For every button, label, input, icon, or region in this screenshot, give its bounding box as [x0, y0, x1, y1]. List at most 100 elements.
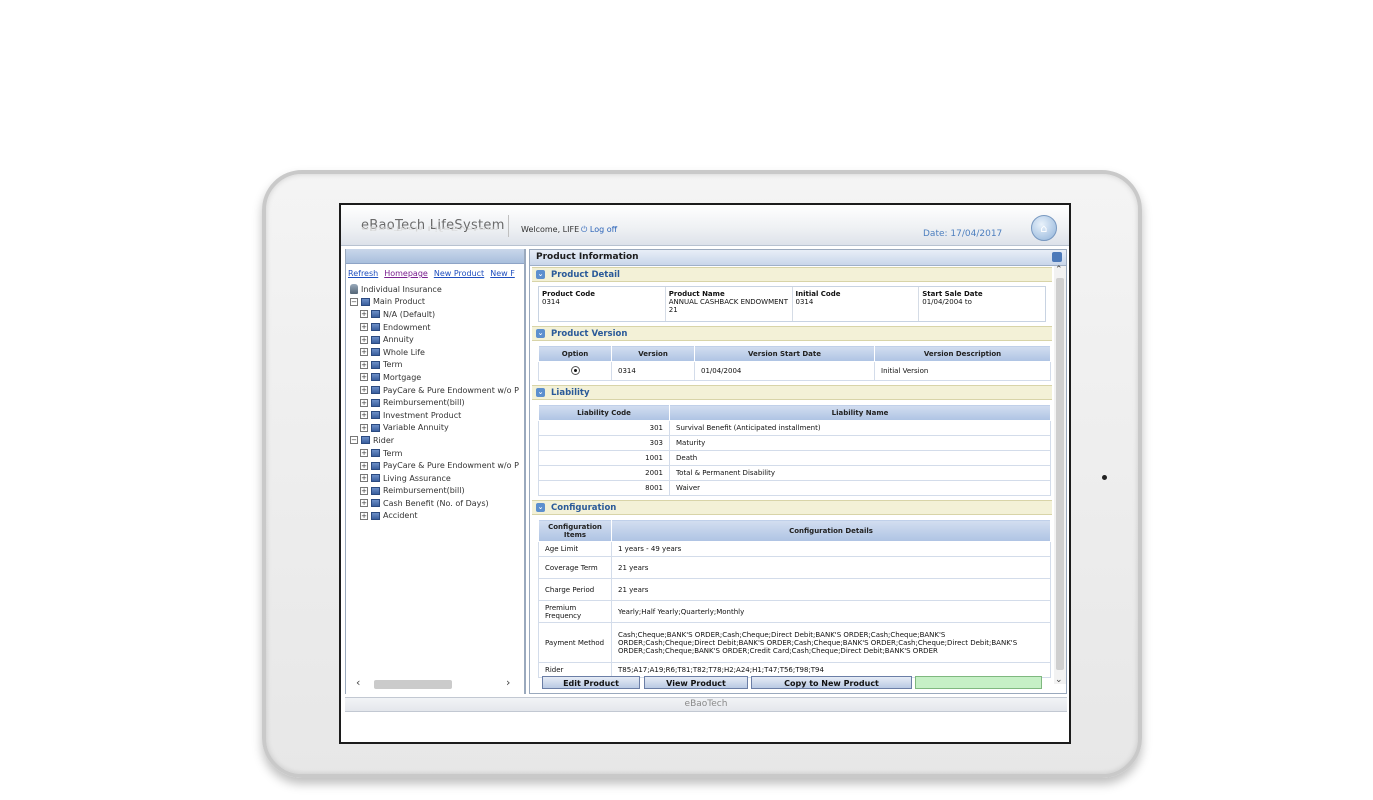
expand-icon[interactable]: +	[360, 373, 368, 382]
scroll-thumb[interactable]	[1056, 278, 1064, 670]
expand-icon[interactable]: +	[360, 323, 368, 332]
app-header: eBaoTech LifeSystem eBaoTech LifeSystem …	[341, 205, 1069, 246]
column-header: Version	[611, 345, 695, 362]
tree-item[interactable]: + Term	[350, 447, 525, 460]
expand-icon[interactable]: +	[360, 511, 368, 520]
expand-icon[interactable]: +	[360, 360, 368, 369]
section-product-version[interactable]: ⌄ Product Version	[532, 326, 1052, 341]
expand-icon[interactable]: +	[360, 461, 368, 470]
view-product-button[interactable]: View Product	[644, 676, 748, 689]
column-header: Liability Code	[538, 404, 670, 421]
column-header: Version Start Date	[694, 345, 875, 362]
table-icon	[371, 348, 380, 357]
expand-icon[interactable]: +	[360, 423, 368, 432]
expand-icon[interactable]: +	[360, 486, 368, 495]
table-row: Charge Period 21 years	[538, 578, 1051, 601]
section-product-detail[interactable]: ⌄ Product Detail	[532, 267, 1052, 282]
tree-item-label: Cash Benefit (No. of Days)	[383, 498, 489, 508]
rss-icon[interactable]	[1052, 252, 1062, 262]
column-header: Configuration Items	[538, 519, 612, 542]
table-row: Coverage Term 21 years	[538, 556, 1051, 579]
homepage-link[interactable]: Homepage	[384, 269, 428, 278]
refresh-link[interactable]: Refresh	[348, 269, 378, 278]
tree-item[interactable]: + Reimbursement(bill)	[350, 485, 525, 498]
home-icon[interactable]: ⌂	[1031, 215, 1057, 241]
expand-icon[interactable]: +	[360, 411, 368, 420]
version-start-cell: 01/04/2004	[694, 361, 875, 381]
expand-icon[interactable]: +	[360, 499, 368, 508]
tree-item[interactable]: + Endowment	[350, 321, 525, 334]
expand-icon[interactable]: +	[360, 310, 368, 319]
version-desc-cell: Initial Version	[874, 361, 1051, 381]
table-icon	[361, 436, 370, 445]
tree-item[interactable]: + Whole Life	[350, 346, 525, 359]
column-header: Configuration Details	[611, 519, 1051, 542]
expand-icon[interactable]: +	[360, 449, 368, 458]
vertical-scrollbar[interactable]: ⌃ ⌄	[1054, 265, 1066, 685]
detail-value: 01/04/2004 to	[922, 298, 972, 306]
tree-item[interactable]: + Term	[350, 359, 525, 372]
tree-main-product[interactable]: − Main Product	[350, 296, 525, 309]
tree-item-label: PayCare & Pure Endowment w/o P	[383, 385, 519, 395]
table-icon	[371, 398, 380, 407]
app-screen: eBaoTech LifeSystem eBaoTech LifeSystem …	[339, 203, 1071, 744]
new-product-link[interactable]: New Product	[434, 269, 484, 278]
table-row: Age Limit 1 years - 49 years	[538, 541, 1051, 557]
tree-item[interactable]: + Annuity	[350, 333, 525, 346]
tree-item[interactable]: + Cash Benefit (No. of Days)	[350, 497, 525, 510]
table-icon	[371, 511, 380, 520]
edit-product-button[interactable]: Edit Product	[542, 676, 640, 689]
expand-icon[interactable]: +	[360, 398, 368, 407]
horizontal-scrollbar[interactable]: ‹ ›	[352, 676, 518, 690]
expand-icon[interactable]: +	[360, 386, 368, 395]
table-icon	[371, 323, 380, 332]
tree-root[interactable]: Individual Insurance	[350, 283, 525, 296]
table-icon	[371, 486, 380, 495]
tree-item[interactable]: + Living Assurance	[350, 472, 525, 485]
section-configuration[interactable]: ⌄ Configuration	[532, 500, 1052, 515]
expand-icon[interactable]: +	[360, 474, 368, 483]
table-row: Payment Method Cash;Cheque;BANK'S ORDER;C…	[538, 622, 1051, 663]
tree-item[interactable]: + PayCare & Pure Endowment w/o P	[350, 459, 525, 472]
detail-label: Product Code	[542, 290, 596, 298]
liability-name-cell: Maturity	[669, 435, 1051, 451]
tree-item[interactable]: + Reimbursement(bill)	[350, 396, 525, 409]
tree-item[interactable]: + Investment Product	[350, 409, 525, 422]
chevron-down-icon[interactable]: ⌄	[536, 388, 545, 397]
copy-to-new-product-button[interactable]: Copy to New Product	[751, 676, 912, 689]
scroll-left-icon[interactable]: ‹	[356, 676, 360, 689]
collapse-icon[interactable]: −	[350, 436, 358, 445]
expand-icon[interactable]: +	[360, 348, 368, 357]
scroll-right-icon[interactable]: ›	[506, 676, 510, 689]
configuration-table: Configuration Items Configuration Details…	[538, 519, 1051, 678]
config-detail-cell: 1 years - 49 years	[611, 541, 1051, 557]
tree-item[interactable]: + N/A (Default)	[350, 308, 525, 321]
new-f-link[interactable]: New F	[490, 269, 515, 278]
tree-item-label: N/A (Default)	[383, 309, 436, 319]
scroll-thumb[interactable]	[374, 680, 452, 689]
section-title: Liability	[551, 387, 590, 398]
column-header: Liability Name	[669, 404, 1051, 421]
detail-label: Product Name	[668, 290, 725, 298]
tree-item[interactable]: + Accident	[350, 510, 525, 523]
expand-icon[interactable]: +	[360, 335, 368, 344]
chevron-down-icon[interactable]: ⌄	[536, 270, 545, 279]
version-radio[interactable]	[570, 365, 580, 375]
table-icon	[371, 335, 380, 344]
logoff-link[interactable]: ⏻ Log off	[581, 225, 617, 235]
detail-cell: Product Code 0314	[539, 287, 666, 321]
table-icon	[371, 386, 380, 395]
tree-item[interactable]: + PayCare & Pure Endowment w/o P	[350, 384, 525, 397]
chevron-down-icon[interactable]: ⌄	[536, 503, 545, 512]
chevron-down-icon[interactable]: ⌄	[536, 329, 545, 338]
section-liability[interactable]: ⌄ Liability	[532, 385, 1052, 400]
scroll-down-icon[interactable]: ⌄	[1055, 675, 1063, 685]
tree-item[interactable]: + Variable Annuity	[350, 422, 525, 435]
left-links: Refresh Homepage New Product New F	[348, 269, 521, 278]
tree-item[interactable]: + Mortgage	[350, 371, 525, 384]
tree-rider[interactable]: − Rider	[350, 434, 525, 447]
detail-cell: Start Sale Date 01/04/2004 to	[919, 287, 1045, 321]
scroll-up-icon[interactable]: ⌃	[1055, 265, 1063, 275]
collapse-icon[interactable]: −	[350, 297, 358, 306]
version-cell: 0314	[611, 361, 695, 381]
